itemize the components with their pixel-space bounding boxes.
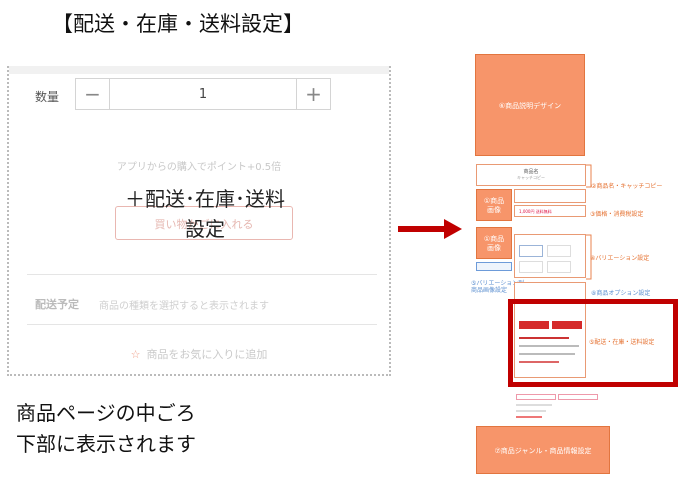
product-page-mock: 数量 − 1 + アプリからの購入でポイント+0.5倍 買い物かごに入れる ＋配… xyxy=(7,66,391,376)
image-2-label-line-1: ①商品 xyxy=(483,235,505,243)
caption-line-1: 商品ページの中ごろ xyxy=(16,401,196,425)
overlay-annotation: ＋配送･在庫･送料 設定 xyxy=(109,184,301,244)
price-text: 1,000円 送料無料 xyxy=(519,209,552,214)
variation-image-box xyxy=(476,262,512,271)
label-name: ②商品名・キャッチコピー xyxy=(591,183,663,190)
quantity-value[interactable]: 1 xyxy=(110,79,296,109)
product-image-2: ①商品 画像 xyxy=(476,227,512,259)
label-price: ③価格・消費税設定 xyxy=(590,211,644,218)
product-name-text: 商品名 xyxy=(523,169,539,175)
product-name-box: 商品名 キャッチコピー xyxy=(476,164,586,186)
decrement-button[interactable]: − xyxy=(76,79,110,109)
overlay-line-1: ＋配送･在庫･送料 xyxy=(125,187,285,211)
caption: 商品ページの中ごろ 下部に表示されます xyxy=(16,398,196,460)
quantity-label: 数量 xyxy=(35,90,60,104)
highlight-frame xyxy=(508,299,678,387)
label-option: ⑧商品オプション設定 xyxy=(591,290,651,297)
right-arrow-icon xyxy=(398,219,462,239)
points-text: アプリからの購入でポイント+0.5倍 xyxy=(116,162,282,173)
label-variation-image-2: 商品画像設定 xyxy=(471,287,508,294)
catch-copy-text: キャッチコピー xyxy=(517,175,545,180)
mock-top-shade xyxy=(9,66,389,74)
caption-line-2: 下部に表示されます xyxy=(16,432,196,456)
quantity-stepper[interactable]: − 1 + xyxy=(75,78,331,110)
divider xyxy=(27,324,377,325)
price-box: 1,000円 送料無料 xyxy=(514,205,586,217)
option-box xyxy=(514,282,586,300)
star-icon: ☆ xyxy=(130,348,141,361)
shipping-hint: 商品の種類を選択すると表示されます xyxy=(99,301,269,312)
product-image-1: ①商品 画像 xyxy=(476,189,512,221)
overlay-line-2: 設定 xyxy=(185,217,225,241)
increment-button[interactable]: + xyxy=(296,79,330,109)
label-variation: ④バリエーション設定 xyxy=(590,255,650,262)
favorite-label: 商品をお気に入りに追加 xyxy=(146,348,268,361)
image-1-label-line-2: 画像 xyxy=(487,206,501,214)
add-favorite-link[interactable]: ☆ 商品をお気に入りに追加 xyxy=(9,346,389,362)
image-1-label-line-1: ①商品 xyxy=(483,197,505,205)
image-2-label-line-2: 画像 xyxy=(487,244,501,252)
spec-box xyxy=(514,189,586,203)
page-title: 【配送・在庫・送料設定】 xyxy=(52,12,304,36)
shipping-label: 配送予定 xyxy=(35,298,79,311)
divider xyxy=(27,274,377,275)
genre-info-block: ⑦商品ジャンル・商品情報設定 xyxy=(476,426,610,474)
description-design-block: ⑥商品説明デザイン xyxy=(475,54,585,156)
variation-box xyxy=(514,234,586,278)
